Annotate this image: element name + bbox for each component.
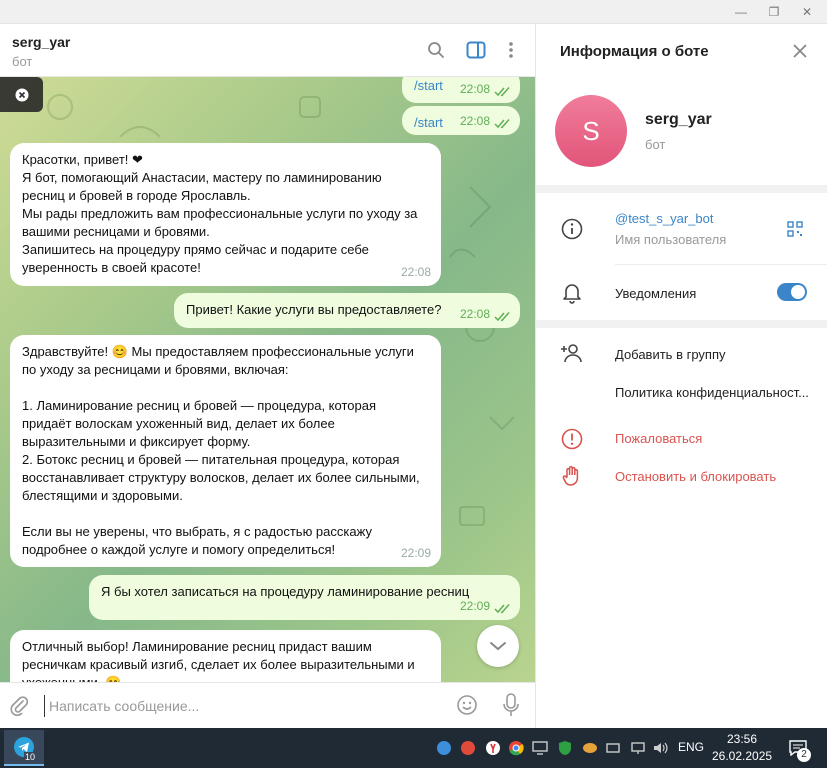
chat-messages[interactable]: /start 22:08 /start 22:08 Красотки, прив… bbox=[0, 77, 535, 682]
report-icon bbox=[560, 427, 584, 451]
message-outgoing[interactable]: /start 22:08 bbox=[402, 77, 520, 103]
notification-count-badge: 2 bbox=[797, 748, 811, 762]
clock-time: 23:56 bbox=[726, 732, 758, 746]
taskbar: 10 ENG 23:56 26.02.2025 2 bbox=[0, 728, 827, 768]
maximize-button[interactable]: ❐ bbox=[759, 0, 789, 24]
yandex-icon[interactable] bbox=[483, 728, 503, 768]
emoji-icon[interactable] bbox=[456, 694, 478, 719]
chat-subtitle: бот bbox=[12, 54, 33, 69]
message-text[interactable]: Здравствуйте! 😊 Мы предоставляем професс… bbox=[22, 343, 429, 559]
message-incoming[interactable]: Красотки, привет! ❤ Я бот, помогающий Ан… bbox=[10, 143, 441, 286]
message-text[interactable]: /start bbox=[414, 115, 443, 130]
search-icon[interactable] bbox=[424, 38, 448, 62]
message-text[interactable]: /start bbox=[414, 78, 443, 93]
report-button[interactable]: Пожаловаться bbox=[615, 431, 702, 446]
message-text[interactable]: Привет! Какие услуги вы предоставляете? bbox=[186, 302, 441, 317]
notifications-label: Уведомления bbox=[615, 286, 697, 301]
profile-status: бот bbox=[645, 137, 666, 152]
privacy-policy-link[interactable]: Политика конфиденциальност... bbox=[615, 385, 809, 400]
message-incoming[interactable]: Отличный выбор! Ламинирование ресниц при… bbox=[10, 630, 441, 682]
read-checks-icon bbox=[494, 119, 510, 129]
app-tray-icon-2[interactable] bbox=[580, 728, 600, 768]
message-text[interactable]: Отличный выбор! Ламинирование ресниц при… bbox=[22, 638, 429, 682]
message-time: 22:08 bbox=[459, 114, 490, 128]
notifications-toggle[interactable] bbox=[777, 283, 807, 301]
taskbar-badge: 10 bbox=[24, 752, 37, 762]
message-time: 22:08 bbox=[459, 307, 490, 321]
scroll-down-button[interactable] bbox=[477, 625, 519, 667]
shield-icon[interactable] bbox=[555, 728, 575, 768]
clock[interactable]: 23:56 26.02.2025 bbox=[712, 731, 772, 765]
network-wired-icon[interactable] bbox=[628, 728, 648, 768]
message-input[interactable]: Написать сообщение... bbox=[44, 695, 434, 717]
sidebar-toggle-icon[interactable] bbox=[464, 38, 488, 62]
message-time: 22:08 bbox=[459, 82, 490, 96]
message-outgoing[interactable]: Привет! Какие услуги вы предоставляете? … bbox=[174, 293, 520, 328]
message-time: 22:08 bbox=[400, 265, 431, 279]
chat-header: serg_yar бот bbox=[0, 24, 535, 77]
read-checks-icon bbox=[494, 87, 510, 97]
message-text[interactable]: Красотки, привет! ❤ Я бот, помогающий Ан… bbox=[22, 151, 429, 277]
chat-title[interactable]: serg_yar bbox=[12, 34, 70, 50]
profile-name: serg_yar bbox=[645, 111, 712, 128]
telegram-taskbar-button[interactable]: 10 bbox=[4, 730, 44, 766]
window-titlebar: — ❐ ✕ bbox=[0, 0, 827, 24]
username-link[interactable]: @test_s_yar_bot bbox=[615, 211, 713, 226]
volume-icon[interactable] bbox=[650, 728, 670, 768]
close-overlay-button[interactable] bbox=[0, 77, 43, 112]
message-time: 22:09 bbox=[459, 599, 490, 613]
message-incoming[interactable]: Здравствуйте! 😊 Мы предоставляем професс… bbox=[10, 335, 441, 567]
message-text[interactable]: Я бы хотел записаться на процедуру ламин… bbox=[101, 584, 469, 599]
divider bbox=[536, 185, 827, 193]
bell-icon bbox=[560, 281, 584, 305]
add-user-icon bbox=[560, 341, 584, 365]
stop-and-block-button[interactable]: Остановить и блокировать bbox=[615, 469, 776, 484]
qr-code-icon[interactable] bbox=[787, 221, 803, 240]
read-checks-icon bbox=[494, 312, 510, 322]
panel-title: Информация о боте bbox=[560, 43, 709, 60]
close-window-button[interactable]: ✕ bbox=[792, 0, 822, 24]
language-indicator[interactable]: ENG bbox=[678, 740, 704, 754]
close-panel-icon[interactable] bbox=[792, 43, 808, 62]
divider bbox=[536, 320, 827, 328]
monitor-icon[interactable] bbox=[530, 728, 550, 768]
minimize-button[interactable]: — bbox=[726, 0, 756, 24]
attach-icon[interactable] bbox=[8, 694, 30, 719]
avatar[interactable]: S bbox=[555, 95, 627, 167]
divider bbox=[615, 264, 827, 265]
bot-info-panel: Информация о боте S serg_yar бот @test_s… bbox=[535, 24, 827, 728]
more-icon[interactable] bbox=[499, 38, 523, 62]
network-icon[interactable] bbox=[434, 728, 454, 768]
notifications-center-icon[interactable]: 2 bbox=[785, 728, 811, 768]
device-icon[interactable] bbox=[604, 728, 624, 768]
read-checks-icon bbox=[494, 604, 510, 614]
message-time: 22:09 bbox=[400, 546, 431, 560]
app-tray-icon[interactable] bbox=[458, 728, 478, 768]
stop-hand-icon bbox=[560, 464, 584, 488]
microphone-icon[interactable] bbox=[502, 693, 520, 720]
message-outgoing[interactable]: Я бы хотел записаться на процедуру ламин… bbox=[89, 575, 520, 620]
username-label: Имя пользователя bbox=[615, 232, 727, 247]
clock-date: 26.02.2025 bbox=[712, 749, 773, 763]
message-composer: Написать сообщение... bbox=[0, 682, 535, 728]
add-to-group-button[interactable]: Добавить в группу bbox=[615, 347, 726, 362]
message-outgoing[interactable]: /start 22:08 bbox=[402, 106, 520, 135]
chevron-down-icon bbox=[490, 642, 506, 651]
info-icon bbox=[560, 217, 584, 241]
chrome-icon[interactable] bbox=[506, 728, 526, 768]
